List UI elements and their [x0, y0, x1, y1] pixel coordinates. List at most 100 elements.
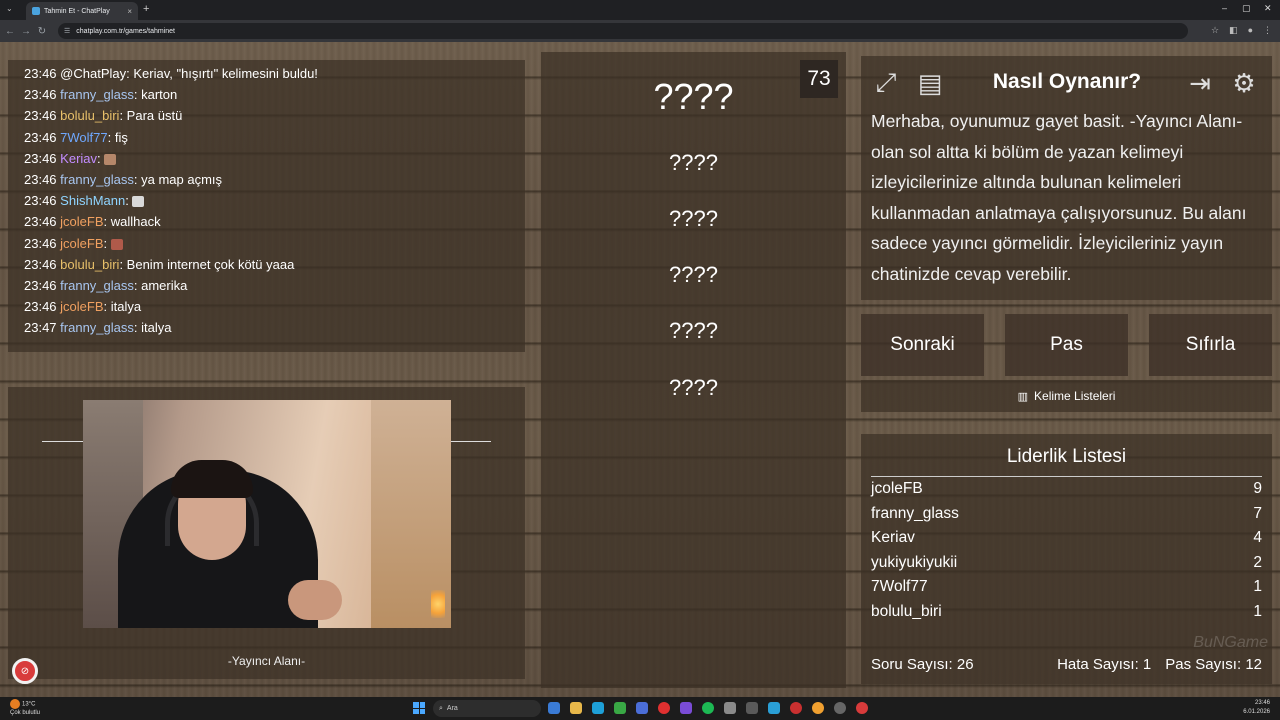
taskbar: 13°C Çok bulutlu ⌕ Ara 23:46 6.01.2026 [0, 697, 1280, 720]
chat-message: 23:46 7Wolf77: fiş [24, 127, 525, 148]
word-panel: 73 ???? ???? ???? ???? ???? ???? [541, 52, 846, 688]
app-icon[interactable] [834, 702, 846, 714]
leaderboard-score: 2 [1253, 553, 1262, 571]
bookmark-star-icon[interactable]: ☆ [1211, 25, 1219, 36]
forbidden-word: ???? [669, 150, 718, 175]
leaderboard-name: yukiyukiyukii [871, 553, 958, 571]
word-list-icon: ▥ [1017, 390, 1029, 403]
leaderboard-row: bolulu_biri 1 [871, 603, 1262, 621]
store-icon[interactable] [614, 702, 626, 714]
record-icon[interactable]: ⊘ [12, 658, 38, 684]
chat-text: italya [110, 299, 142, 315]
chat-username[interactable]: bolulu_biri [60, 257, 119, 272]
chat-text: Para üstü [126, 108, 183, 124]
chat-text: wallhack [110, 214, 161, 230]
chat-separator: : [103, 235, 111, 251]
chat-username[interactable]: jcoleFB [60, 236, 103, 251]
tab-search-icon[interactable]: ⌄ [6, 4, 13, 13]
tab-close-icon[interactable]: × [127, 7, 132, 16]
next-button[interactable]: Sonraki [861, 314, 984, 376]
chat-time: 23:46 [24, 150, 57, 166]
pass-button[interactable]: Pas [1005, 314, 1128, 376]
leaderboard-score: 9 [1253, 480, 1262, 497]
divider-left [42, 441, 84, 442]
chat-username[interactable]: franny_glass [60, 87, 134, 102]
close-window-icon[interactable]: ✕ [1264, 3, 1272, 14]
chat-time: 23:46 [24, 235, 57, 251]
divider-right [451, 441, 491, 442]
task-view-icon[interactable] [548, 702, 560, 714]
chat-separator: : [119, 256, 127, 272]
chrome-icon[interactable] [812, 702, 824, 714]
chat-time: 23:46 [24, 172, 57, 188]
chat-time: 23:46 [24, 256, 57, 272]
settings-gear-icon[interactable]: ⚙ [1227, 66, 1261, 100]
chat-username[interactable]: jcoleFB [60, 214, 103, 229]
help-title: Nasıl Oynanır? [992, 70, 1142, 93]
browser-tab[interactable]: Tahmin Et - ChatPlay × [26, 2, 138, 20]
start-windows-icon[interactable] [413, 702, 425, 714]
url-field[interactable]: ☰ chatplay.com.tr/games/tahminet [58, 23, 1188, 39]
chat-username[interactable]: franny_glass [60, 278, 134, 293]
edge-icon[interactable] [592, 702, 604, 714]
chat-username[interactable]: franny_glass [60, 172, 134, 187]
chat-username[interactable]: franny_glass [60, 320, 134, 335]
exit-icon[interactable]: ⇥ [1183, 66, 1217, 100]
chat-message: 23:46 bolulu_biri: Para üstü [24, 105, 525, 126]
profile-icon[interactable]: ● [1248, 25, 1253, 36]
cam-hand [288, 580, 342, 620]
chat-separator: : [107, 129, 115, 145]
recorder-icon[interactable] [856, 702, 868, 714]
chat-text: Keriav, "hışırtı" kelimesini buldu! [133, 66, 318, 81]
media-icon[interactable] [658, 702, 670, 714]
menu-dots-icon[interactable]: ⋮ [1263, 25, 1272, 36]
chat-username[interactable]: 7Wolf77 [60, 130, 107, 145]
back-icon[interactable]: ← [2, 26, 18, 37]
leaderboard-score: 1 [1253, 602, 1262, 620]
maximize-icon[interactable]: ▢ [1242, 3, 1251, 14]
weather-widget[interactable]: 13°C Çok bulutlu [10, 699, 40, 717]
spotify-icon[interactable] [702, 702, 714, 714]
clock-time: 23:46 [1254, 700, 1270, 706]
minimize-icon[interactable]: – [1222, 3, 1227, 13]
address-bar: ← → ↻ ☰ chatplay.com.tr/games/tahminet ☆… [0, 20, 1280, 42]
app-icon[interactable] [636, 702, 648, 714]
reload-icon[interactable]: ↻ [34, 26, 50, 37]
search-placeholder: Ara [446, 705, 458, 712]
chat-username[interactable]: ShishMann [60, 193, 125, 208]
leaderboard-row: jcoleFB 9 [871, 480, 1262, 498]
app-icon[interactable] [724, 702, 736, 714]
forbidden-word: ???? [669, 262, 718, 287]
fullscreen-icon[interactable]: ⤢ [869, 66, 903, 100]
cam-hair [171, 460, 253, 498]
chat-time: 23:47 [24, 320, 57, 336]
chat-time: 23:46 [24, 193, 57, 209]
extensions-icon[interactable]: ◧ [1229, 25, 1238, 36]
taskbar-search[interactable]: ⌕ Ara [433, 700, 541, 717]
chat-separator: : [103, 214, 111, 230]
app-icon[interactable] [768, 702, 780, 714]
app-icon[interactable] [746, 702, 758, 714]
url-text: chatplay.com.tr/games/tahminet [76, 27, 175, 35]
forward-icon[interactable]: → [18, 26, 34, 37]
chat-username[interactable]: Keriav [60, 151, 97, 166]
chat-username[interactable]: @ChatPlay [60, 66, 126, 81]
app-icon[interactable] [790, 702, 802, 714]
list-icon[interactable]: ▤ [913, 66, 947, 100]
new-tab-button[interactable]: + [143, 3, 149, 15]
browser-tab-bar: ⌄ Tahmin Et - ChatPlay × + – ▢ ✕ [0, 0, 1280, 20]
app-icon[interactable] [680, 702, 692, 714]
reset-button[interactable]: Sıfırla [1149, 314, 1272, 376]
chat-username[interactable]: bolulu_biri [60, 108, 119, 123]
system-clock[interactable]: 23:46 6.01.2026 [1243, 699, 1270, 717]
leaderboard-name: Keriav [871, 529, 915, 546]
extension-icons: ☆ ◧ ● ⋮ [1211, 25, 1272, 36]
chat-message: 23:46 @ChatPlay: Keriav, "hışırtı" kelim… [24, 63, 525, 84]
word-lists-button[interactable]: ▥ Kelime Listeleri [861, 380, 1272, 412]
chat-time: 23:46 [24, 66, 57, 81]
chat-username[interactable]: jcoleFB [60, 299, 103, 314]
chat-emote-icon [104, 153, 117, 165]
site-info-icon[interactable]: ☰ [64, 27, 70, 35]
webcam-feed [83, 400, 451, 628]
file-explorer-icon[interactable] [570, 702, 582, 714]
